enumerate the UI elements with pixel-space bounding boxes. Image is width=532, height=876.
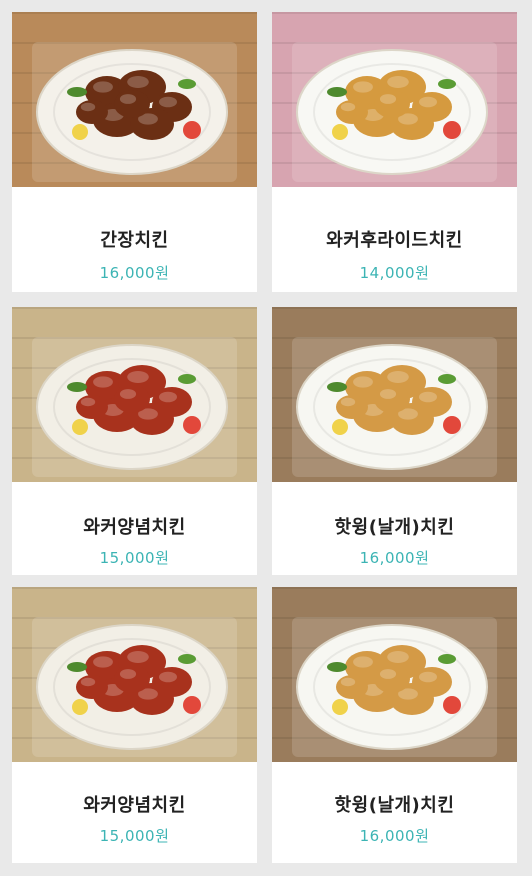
fried-chicken-photo[interactable] [272, 12, 517, 187]
seasoned-chicken-photo[interactable] [12, 307, 257, 482]
menu-card[interactable]: 간장치킨 16,000원 [12, 12, 257, 292]
menu-card[interactable]: 와커양념치킨 15,000원 [12, 587, 257, 863]
menu-grid: 간장치킨 16,000원 와커후라이드치킨 14,000원 와커양념치킨 15,… [0, 0, 532, 876]
menu-card[interactable]: 와커양념치킨 15,000원 [12, 307, 257, 575]
menu-card[interactable]: 핫윙(날개)치킨 16,000원 [272, 587, 517, 863]
food-illustration [272, 12, 517, 187]
soy-chicken-photo[interactable] [12, 12, 257, 187]
menu-item-price: 15,000원 [99, 549, 170, 567]
food-illustration [12, 307, 257, 482]
menu-item-name: 와커양념치킨 [83, 517, 186, 538]
menu-item-price: 16,000원 [99, 264, 170, 282]
food-illustration [272, 587, 517, 762]
menu-item-name: 핫윙(날개)치킨 [334, 517, 455, 538]
menu-card[interactable]: 핫윙(날개)치킨 16,000원 [272, 307, 517, 575]
menu-item-price: 16,000원 [359, 549, 430, 567]
seasoned-chicken-photo[interactable] [12, 587, 257, 762]
food-illustration [12, 12, 257, 187]
menu-item-name: 와커후라이드치킨 [326, 230, 463, 251]
food-illustration [12, 587, 257, 762]
menu-item-price: 15,000원 [99, 827, 170, 845]
menu-item-name: 와커양념치킨 [83, 795, 186, 816]
menu-item-name: 간장치킨 [100, 230, 169, 251]
hot-wing-photo[interactable] [272, 587, 517, 762]
food-illustration [272, 307, 517, 482]
menu-item-price: 14,000원 [359, 264, 430, 282]
menu-item-name: 핫윙(날개)치킨 [334, 795, 455, 816]
menu-card[interactable]: 와커후라이드치킨 14,000원 [272, 12, 517, 292]
menu-item-price: 16,000원 [359, 827, 430, 845]
hot-wing-photo[interactable] [272, 307, 517, 482]
